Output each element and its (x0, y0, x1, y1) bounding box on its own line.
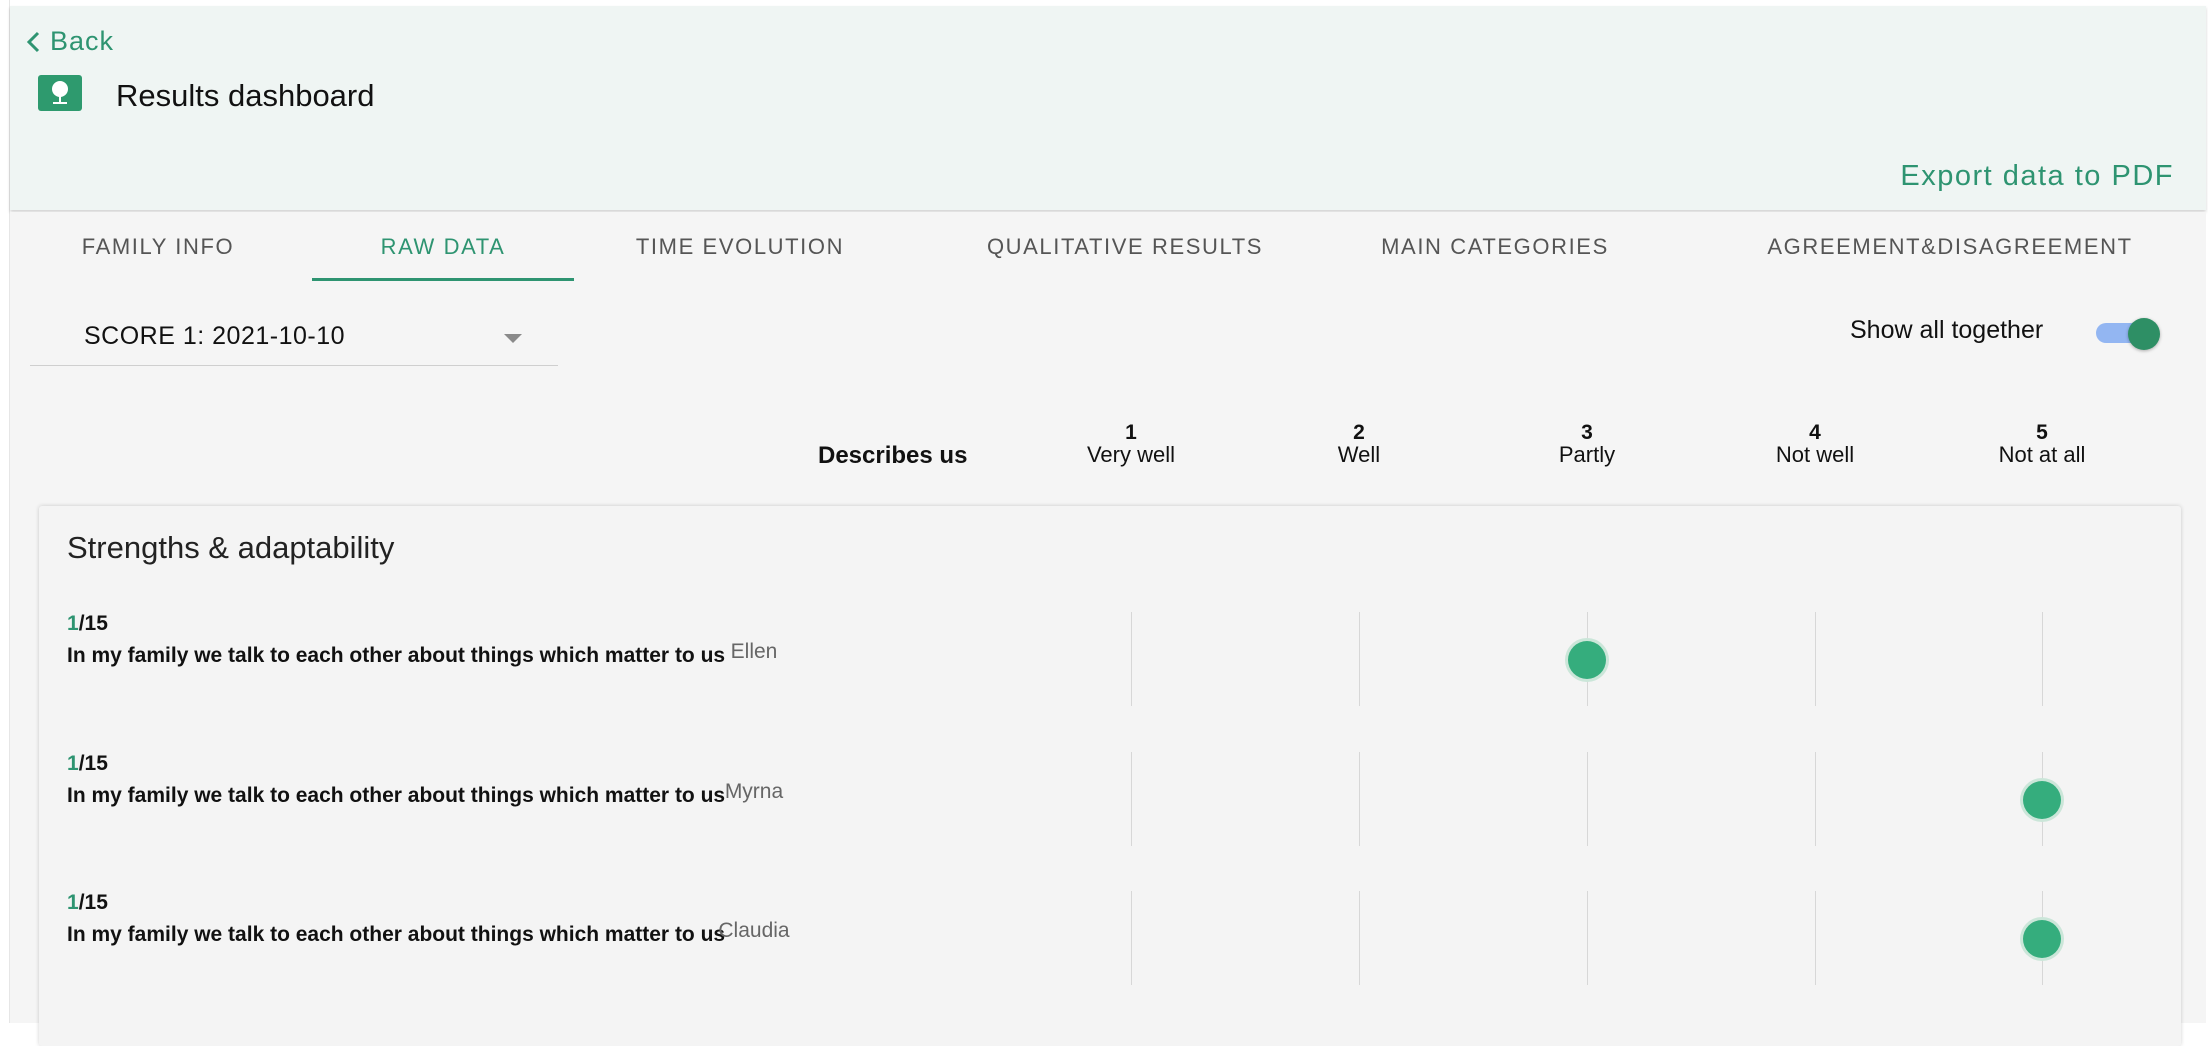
strengths-card: Strengths & adaptability 1/15 In my fami… (39, 506, 2181, 1046)
scale-level-5: 5 Not at all (1942, 422, 2142, 466)
tab-qualitative-results[interactable]: QUALITATIVE RESULTS (960, 212, 1290, 282)
back-label: Back (50, 26, 115, 56)
app-logo (38, 75, 82, 111)
tab-bar: FAMILY INFO RAW DATA TIME EVOLUTION QUAL… (10, 212, 2206, 282)
chevron-left-icon (26, 31, 40, 52)
scale-level-4: 4 Not well (1715, 422, 1915, 466)
scale-level-label: Very well (1086, 442, 1176, 467)
question-row: 1/15 In my family we talk to each other … (39, 612, 2181, 712)
show-all-toggle[interactable] (2096, 318, 2162, 350)
tab-family-info[interactable]: FAMILY INFO (38, 212, 278, 282)
scale-gridline (1815, 612, 1816, 706)
tree-icon (52, 81, 68, 104)
describes-us-heading: Describes us (818, 442, 968, 469)
question-total: /15 (78, 752, 108, 775)
question-row: 1/15 In my family we talk to each other … (39, 752, 2181, 852)
answer-marker (2023, 920, 2061, 958)
window-edge (0, 0, 10, 1023)
scale-level-2: 2 Well (1259, 422, 1459, 466)
scale-level-number: 4 (1809, 421, 1821, 444)
scale-gridline (1359, 612, 1360, 706)
scale-level-1: 1 Very well (1031, 422, 1231, 466)
scale-level-number: 1 (1125, 421, 1137, 444)
page-header: Back Results dashboard Export data to PD… (10, 6, 2206, 210)
member-name: Myrna (724, 780, 784, 803)
tab-agreement-disagreement[interactable]: AGREEMENT&DISAGREEMENT (1750, 212, 2150, 282)
scale-level-label: Not at all (1998, 442, 2086, 467)
section-title: Strengths & adaptability (67, 530, 395, 565)
question-total: /15 (78, 891, 108, 914)
question-counter: 1/15 (67, 612, 108, 636)
scale-gridline (1131, 612, 1132, 706)
member-name: Ellen (730, 640, 778, 663)
question-total: /15 (78, 612, 108, 635)
raw-data-panel: SCORE 1: 2021-10-10 Show all together De… (10, 282, 2206, 1046)
scale-gridline (1587, 891, 1588, 985)
question-current: 1 (67, 752, 79, 775)
scale-gridline (1587, 752, 1588, 846)
page-title: Results dashboard (116, 78, 375, 113)
question-counter: 1/15 (67, 891, 108, 915)
scale-gridline (1815, 752, 1816, 846)
toggle-knob (2128, 318, 2160, 350)
question-current: 1 (67, 612, 79, 635)
scale-level-label: Partly (1558, 442, 1616, 467)
back-button[interactable]: Back (26, 26, 114, 57)
scale-level-number: 3 (1581, 421, 1593, 444)
scale-gridline (1131, 891, 1132, 985)
tab-raw-data[interactable]: RAW DATA (312, 212, 574, 282)
active-tab-indicator (312, 278, 574, 281)
tab-main-categories[interactable]: MAIN CATEGORIES (1350, 212, 1640, 282)
scale-gridline (1815, 891, 1816, 985)
answer-marker (2023, 781, 2061, 819)
scale-level-label: Well (1337, 442, 1381, 467)
show-all-label: Show all together (1850, 316, 2044, 344)
scale-level-label: Not well (1775, 442, 1855, 467)
scale-header: Describes us 1 Very well 2 Well 3 Partly… (10, 422, 2206, 472)
score-select-value: SCORE 1: 2021-10-10 (84, 322, 346, 350)
member-name: Claudia (718, 919, 790, 942)
scale-level-number: 5 (2036, 421, 2048, 444)
scale-gridline (2042, 612, 2043, 706)
tab-time-evolution[interactable]: TIME EVOLUTION (610, 212, 870, 282)
export-pdf-button[interactable]: Export data to PDF (1900, 160, 2174, 193)
question-counter: 1/15 (67, 752, 108, 776)
scale-level-number: 2 (1353, 421, 1365, 444)
scale-gridline (1131, 752, 1132, 846)
scale-gridline (1359, 752, 1360, 846)
scale-level-3: 3 Partly (1487, 422, 1687, 466)
dropdown-arrow-icon (504, 334, 522, 343)
question-row: 1/15 In my family we talk to each other … (39, 891, 2181, 991)
scale-gridline (1359, 891, 1360, 985)
score-select[interactable]: SCORE 1: 2021-10-10 (30, 308, 558, 366)
answer-marker (1568, 641, 1606, 679)
question-current: 1 (67, 891, 79, 914)
